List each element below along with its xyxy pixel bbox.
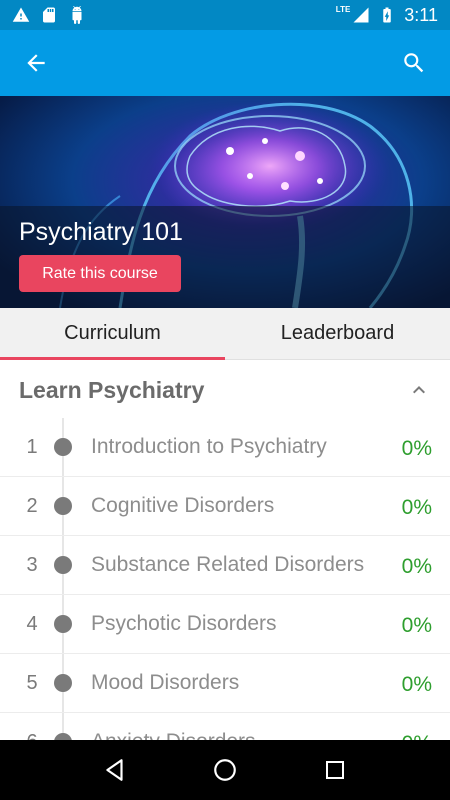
android-icon [68,6,86,24]
back-triangle-icon[interactable] [93,748,137,792]
section-title: Learn Psychiatry [19,376,205,403]
clock: 3:11 [404,4,438,25]
signal-icon [352,6,370,24]
warning-icon [12,6,30,24]
lesson-number: 1 [26,436,38,458]
search-icon[interactable] [392,41,436,85]
arrow-back-icon[interactable] [14,41,58,85]
lesson-status-dot [54,497,72,515]
lesson-progress: 0% [401,555,432,578]
course-title: Psychiatry 101 [19,218,183,246]
section-header[interactable]: Learn Psychiatry [0,360,450,420]
status-bar: LTE 3:11 [0,0,450,30]
lesson-number: 6 [20,731,44,740]
lesson-list: 1 Introduction to Psychiatry 0% 2 Cognit… [0,418,450,740]
lesson-status-dot [54,615,72,633]
system-nav-bar [0,740,450,800]
lesson-progress: 0% [402,732,432,740]
lesson-row[interactable]: 2 Cognitive Disorders 0% [0,477,450,536]
lesson-progress: 0% [401,437,432,460]
lesson-number: 5 [26,672,38,694]
lesson-title: Mood Disorders [91,671,240,694]
lesson-title: Cognitive Disorders [91,494,275,517]
lesson-number: 2 [26,495,38,517]
lesson-row[interactable]: 1 Introduction to Psychiatry 0% [0,418,450,477]
lesson-status-dot [54,556,72,574]
lesson-row[interactable]: 4 Psychotic Disorders 0% [0,595,450,654]
tab-curriculum[interactable]: Curriculum [0,308,225,360]
chevron-up-icon[interactable] [407,378,431,402]
app-bar [0,30,450,96]
sd-card-icon [40,6,58,24]
lesson-title: Introduction to Psychiatry [91,435,327,458]
lesson-row[interactable]: 5 Mood Disorders 0% [0,654,450,713]
lesson-status-dot [54,674,72,692]
tab-bar: Curriculum Leaderboard [0,308,450,360]
network-type: LTE [335,4,351,14]
lesson-number: 3 [26,554,38,576]
lesson-progress: 0% [401,673,432,696]
lesson-status-dot [54,438,72,456]
lesson-title: Substance Related Disorders [91,553,365,576]
tab-leaderboard[interactable]: Leaderboard [225,308,450,359]
rate-course-button[interactable]: Rate this course [19,255,181,292]
lesson-row[interactable]: 3 Substance Related Disorders 0% [0,536,450,595]
battery-charging-icon [378,6,396,24]
lesson-progress: 0% [401,614,432,637]
lesson-status-dot [54,733,72,740]
recents-square-icon[interactable] [313,748,357,792]
lesson-title: Anxiety Disorders [91,730,256,740]
lesson-row[interactable]: 6 Anxiety Disorders 0% [0,713,450,740]
home-circle-icon[interactable] [203,748,247,792]
lesson-progress: 0% [401,496,432,519]
lesson-title: Psychotic Disorders [91,612,277,635]
lesson-number: 4 [26,613,38,635]
